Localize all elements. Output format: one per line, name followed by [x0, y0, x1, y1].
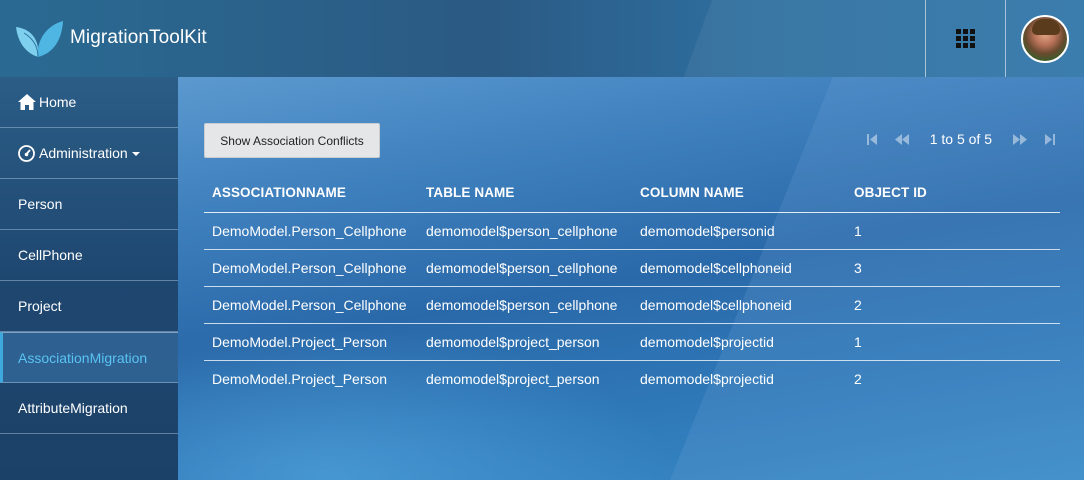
gauge-icon: [18, 143, 38, 163]
column-header-column-name[interactable]: COLUMN NAME: [632, 174, 846, 213]
sidebar-item-label: Home: [39, 94, 77, 110]
user-avatar: [1021, 14, 1069, 63]
first-page-icon[interactable]: [864, 132, 880, 146]
app-title[interactable]: MigrationToolKit: [70, 27, 207, 49]
cell-object-id: 2: [854, 370, 862, 387]
user-menu-button[interactable]: [1005, 0, 1084, 77]
table-header-row: ASSOCIATIONNAME TABLE NAME COLUMN NAME O…: [204, 174, 1060, 213]
main-content: Show Association Conflicts 1 to 5 of 5 A…: [178, 77, 1084, 480]
chevron-down-icon: [131, 152, 140, 156]
sidebar-item-attributemigration[interactable]: AttributeMigration: [0, 383, 178, 434]
sidebar-item-associationmigration[interactable]: AssociationMigration: [0, 332, 178, 383]
cell-object-id: 1: [846, 323, 1060, 361]
pagination: 1 to 5 of 5: [864, 129, 1058, 149]
cell-table-name: demomodel$project_person: [426, 370, 600, 387]
home-icon: [18, 92, 38, 112]
column-header-table-name[interactable]: TABLE NAME: [418, 174, 632, 213]
sidebar: Home Administration Person CellPhone Pro…: [0, 77, 178, 480]
sidebar-item-person[interactable]: Person: [0, 179, 178, 230]
cell-associationname: DemoModel.Project_Person: [212, 370, 388, 387]
sidebar-item-administration[interactable]: Administration: [0, 128, 178, 179]
sidebar-item-project[interactable]: Project: [0, 281, 178, 332]
next-page-icon[interactable]: [1012, 132, 1028, 146]
prev-page-icon[interactable]: [894, 132, 910, 146]
cell-table-name: demomodel$project_person: [418, 323, 632, 361]
last-page-icon[interactable]: [1042, 132, 1058, 146]
sidebar-item-label: CellPhone: [18, 247, 83, 263]
cell-object-id: 3: [846, 249, 1060, 287]
association-table: ASSOCIATIONNAME TABLE NAME COLUMN NAME O…: [204, 174, 1060, 397]
table-row[interactable]: DemoModel.Person_Cellphone demomodel$per…: [204, 249, 1060, 287]
cell-table-name: demomodel$person_cellphone: [418, 249, 632, 287]
sidebar-item-cellphone[interactable]: CellPhone: [0, 230, 178, 281]
column-header-associationname[interactable]: ASSOCIATIONNAME: [204, 174, 418, 213]
table-row[interactable]: DemoModel.Person_Cellphone demomodel$per…: [204, 212, 1060, 250]
cell-associationname: DemoModel.Person_Cellphone: [204, 286, 418, 324]
grid-icon: [956, 29, 975, 48]
cell-associationname: DemoModel.Project_Person: [204, 323, 418, 361]
cell-associationname: DemoModel.Person_Cellphone: [204, 212, 418, 250]
sidebar-item-label: Administration: [39, 145, 128, 161]
sidebar-item-label: Project: [18, 298, 62, 314]
sidebar-item-label: AttributeMigration: [18, 400, 128, 416]
cell-column-name: demomodel$projectid: [632, 323, 846, 361]
cell-column-name: demomodel$cellphoneid: [632, 249, 846, 287]
cell-object-id: 1: [846, 212, 1060, 250]
apps-button[interactable]: [925, 0, 1005, 77]
cell-table-name: demomodel$person_cellphone: [418, 212, 632, 250]
cell-table-name: demomodel$person_cellphone: [418, 286, 632, 324]
column-header-object-id[interactable]: OBJECT ID: [846, 174, 1060, 213]
cell-associationname: DemoModel.Person_Cellphone: [204, 249, 418, 287]
table-row[interactable]: DemoModel.Person_Cellphone demomodel$per…: [204, 286, 1060, 324]
leaf-logo-icon[interactable]: [14, 19, 64, 59]
cell-column-name: demomodel$cellphoneid: [632, 286, 846, 324]
table-row[interactable]: DemoModel.Project_Person demomodel$proje…: [204, 323, 1060, 361]
cell-column-name: demomodel$personid: [632, 212, 846, 250]
cell-object-id: 2: [846, 286, 1060, 324]
sidebar-item-label: AssociationMigration: [18, 349, 148, 366]
show-association-conflicts-button[interactable]: Show Association Conflicts: [204, 123, 380, 158]
pager-text: 1 to 5 of 5: [929, 131, 992, 147]
cell-column-name: demomodel$projectid: [640, 370, 774, 387]
top-header: MigrationToolKit: [0, 0, 1084, 77]
sidebar-item-home[interactable]: Home: [0, 77, 178, 128]
table-row[interactable]: DemoModel.Project_Person demomodel$proje…: [204, 360, 1060, 397]
sidebar-item-label: Person: [18, 196, 63, 212]
